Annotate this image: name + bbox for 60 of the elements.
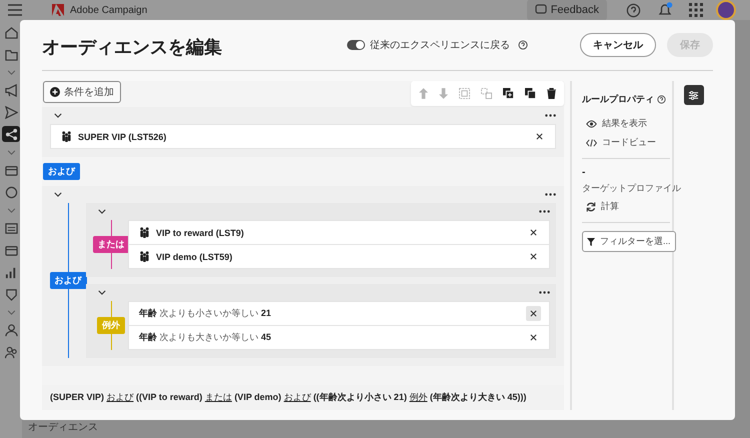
apps-grid-icon[interactable] [689,3,703,17]
profile-count-label: ターゲットプロファイル [582,182,681,195]
code-view-link[interactable]: コードビュー [582,133,660,152]
more-icon[interactable] [539,291,550,294]
feedback-button[interactable]: Feedback [526,0,607,21]
operator-tag[interactable]: および [50,272,86,289]
condition-text: 年齢 次よりも小さいか等しい 21 [139,307,272,320]
show-results-link[interactable]: 結果を表示 [582,114,651,133]
calculate-button[interactable]: 計算 [582,197,623,216]
refresh-icon [586,202,596,212]
copy-icon[interactable] [525,88,536,99]
copy-add-icon[interactable] [503,88,514,99]
more-icon[interactable] [545,193,556,196]
cancel-button[interactable]: キャンセル [580,33,656,57]
filter-icon [587,238,595,246]
menu-icon[interactable] [8,4,22,16]
app-title: Adobe Campaign [70,4,148,16]
select-filter-button[interactable]: フィルターを選... [582,231,676,252]
rule-card[interactable]: VIP to reward (LST9) [129,221,549,244]
help-icon[interactable] [518,40,528,50]
eye-icon [586,120,597,128]
people-icon [139,251,150,262]
profile-count: - [582,167,586,178]
operator-tag[interactable]: および [43,163,80,180]
logo-icon [52,4,64,16]
chevron-icon[interactable] [98,290,106,295]
close-icon[interactable] [526,306,541,321]
rule-card[interactable]: 年齢 次よりも大きいか等しい 45 [129,326,549,349]
condition-text: 年齢 次よりも大きいか等しい 45 [139,331,272,344]
more-icon[interactable] [545,114,556,117]
toggle-switch[interactable] [347,40,365,50]
avatar[interactable] [716,0,736,20]
panel-title: ルールプロパティ [582,93,654,106]
delete-icon[interactable] [547,88,556,99]
code-icon [586,138,597,146]
feedback-icon [534,4,547,16]
audience-name: VIP demo (LST59) [156,252,232,262]
dialog-title: オーディエンスを編集 [42,36,222,59]
toggle-label: 従来のエクスペリエンスに戻る [370,38,510,52]
rule-card[interactable]: 年齢 次よりも小さいか等しい 21 [129,302,549,325]
people-icon [61,131,72,142]
audience-name: VIP to reward (LST9) [156,228,244,238]
send-icon[interactable] [2,104,20,120]
rule-card[interactable]: VIP demo (LST59) [129,245,549,268]
help-icon[interactable] [657,95,666,104]
operator-tag[interactable]: または [92,236,130,253]
audience-name: SUPER VIP (LST526) [78,132,166,142]
help-icon[interactable] [626,2,641,18]
more-icon[interactable] [539,210,550,213]
chevron-icon[interactable] [54,113,62,118]
plus-icon [50,87,60,97]
chevron-icon[interactable] [98,209,106,214]
sliders-icon [688,90,699,100]
add-condition-button[interactable]: 条件を追加 [43,81,121,103]
properties-toggle-button[interactable] [684,85,704,105]
rule-card[interactable]: SUPER VIP (LST526) [51,125,555,148]
chevron-icon[interactable] [54,192,62,197]
page-label: オーディエンス [28,421,99,435]
people-icon [139,227,150,238]
workflow-icon[interactable] [2,126,20,142]
